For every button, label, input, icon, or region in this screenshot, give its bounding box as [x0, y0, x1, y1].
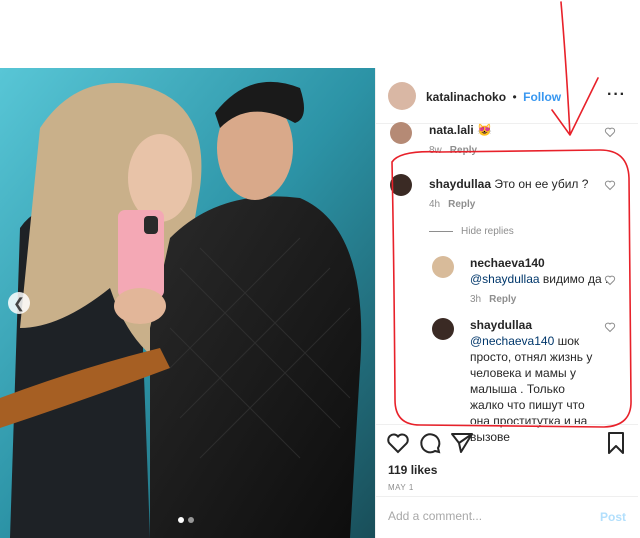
reply-avatar[interactable]	[432, 256, 454, 278]
reply-text: видимо да .	[539, 272, 609, 286]
comment-time: 8w	[429, 145, 442, 156]
post-header: katalinachoko • Follow ···	[376, 68, 638, 124]
comment-1: nata.lali 😻	[429, 122, 492, 138]
carousel-dot-active	[178, 517, 184, 523]
reply-username[interactable]: nechaeva140	[470, 255, 610, 271]
comment-time: 4h	[429, 199, 441, 210]
add-comment-input[interactable]	[388, 509, 588, 523]
photo-illustration	[0, 68, 375, 538]
add-comment-bar: Post	[376, 496, 638, 538]
comment-username[interactable]: shaydullaa	[429, 177, 491, 191]
comment-meta: 8w Reply	[429, 145, 477, 156]
reply-meta: 3h Reply	[470, 294, 516, 305]
hide-replies-line	[429, 230, 453, 232]
author-avatar[interactable]	[388, 82, 416, 110]
carousel-dot	[188, 517, 194, 523]
reply-mention[interactable]: @shaydullaa	[470, 272, 540, 286]
bookmark-icon[interactable]	[604, 431, 628, 455]
hide-replies-label: Hide replies	[461, 226, 514, 237]
comment-meta: 4h Reply	[429, 199, 475, 210]
heart-icon[interactable]	[604, 274, 616, 286]
commenter-avatar[interactable]	[390, 122, 412, 144]
heart-icon[interactable]	[386, 431, 410, 455]
post-comment-button[interactable]: Post	[600, 510, 626, 524]
chevron-left-icon[interactable]: ❮	[8, 292, 30, 314]
likes-count[interactable]: 119 likes	[388, 463, 437, 477]
heart-icon[interactable]	[604, 321, 616, 333]
share-icon[interactable]	[450, 431, 474, 455]
post-photo[interactable]: ❮	[0, 68, 375, 538]
post-date: MAY 1	[388, 483, 414, 492]
follow-button[interactable]: Follow	[523, 90, 561, 104]
more-icon[interactable]: ···	[607, 86, 626, 104]
comment-username[interactable]: nata.lali	[429, 123, 474, 137]
reply-time: 3h	[470, 294, 482, 305]
comment-icon[interactable]	[418, 431, 442, 455]
reply-1: nechaeva140 @shaydullaa видимо да .	[470, 255, 610, 287]
dot-separator: •	[512, 90, 517, 104]
reply-mention[interactable]: @nechaeva140	[470, 334, 554, 348]
hide-replies-button[interactable]: Hide replies	[429, 226, 514, 237]
reply-button[interactable]: Reply	[489, 294, 516, 305]
author-line: katalinachoko • Follow	[426, 88, 561, 106]
reply-button[interactable]: Reply	[448, 199, 475, 210]
comment-2: shaydullaa Это он ее убил ?	[429, 176, 588, 192]
reply-button[interactable]: Reply	[450, 145, 477, 156]
comment-text: 😻	[477, 123, 492, 137]
commenter-avatar[interactable]	[390, 174, 412, 196]
author-username[interactable]: katalinachoko	[426, 90, 506, 104]
post-panel: katalinachoko • Follow ··· nata.lali 😻 8…	[375, 68, 638, 538]
comment-text: Это он ее убил ?	[494, 177, 589, 191]
heart-icon[interactable]	[604, 179, 616, 191]
heart-icon[interactable]	[604, 126, 616, 138]
carousel-dots	[178, 517, 194, 523]
reply-username[interactable]: shaydullaa	[470, 317, 602, 333]
reply-avatar[interactable]	[432, 318, 454, 340]
